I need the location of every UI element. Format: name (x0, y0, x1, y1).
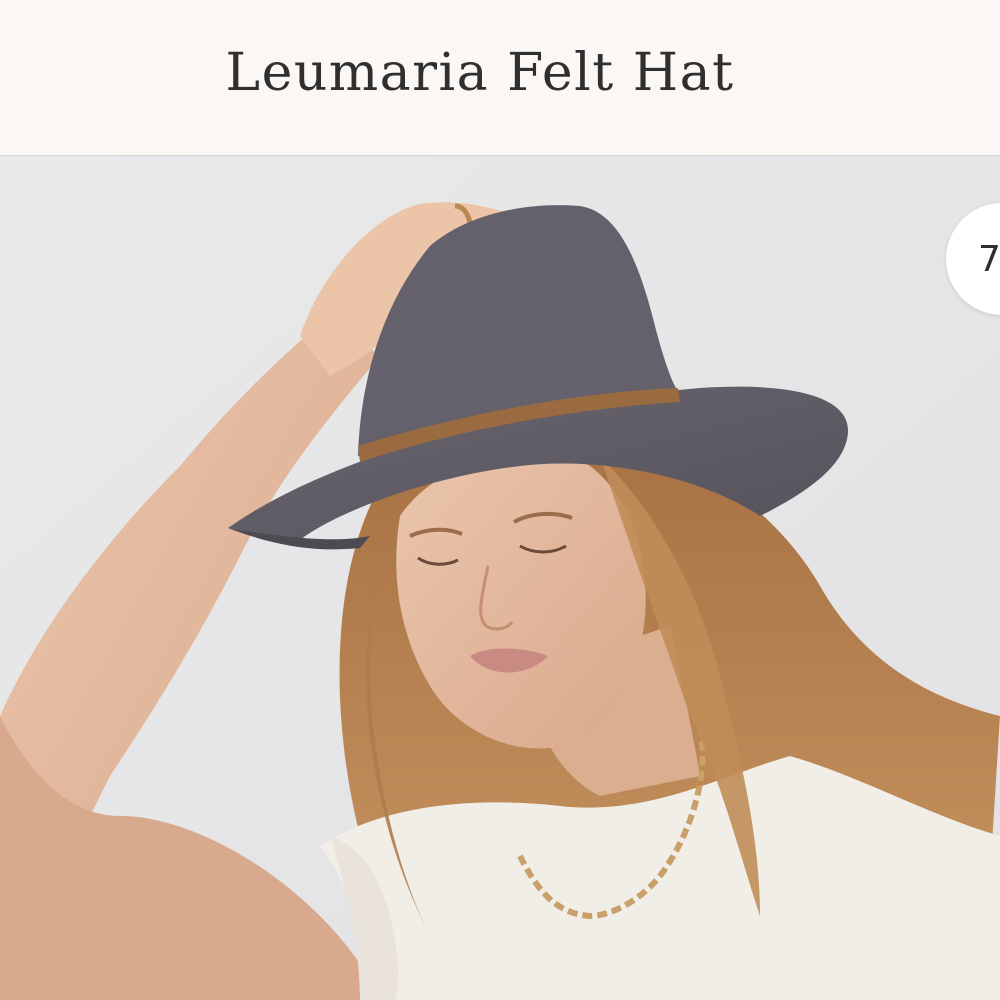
product-image[interactable] (0, 156, 1000, 1000)
page-title: Leumaria Felt Hat (225, 42, 735, 103)
page-header: Leumaria Felt Hat (0, 0, 1000, 156)
model-photo-icon (0, 156, 1000, 1000)
image-count-label: 7 (978, 238, 1000, 280)
product-page: Leumaria Felt Hat 7 (0, 0, 1000, 1000)
